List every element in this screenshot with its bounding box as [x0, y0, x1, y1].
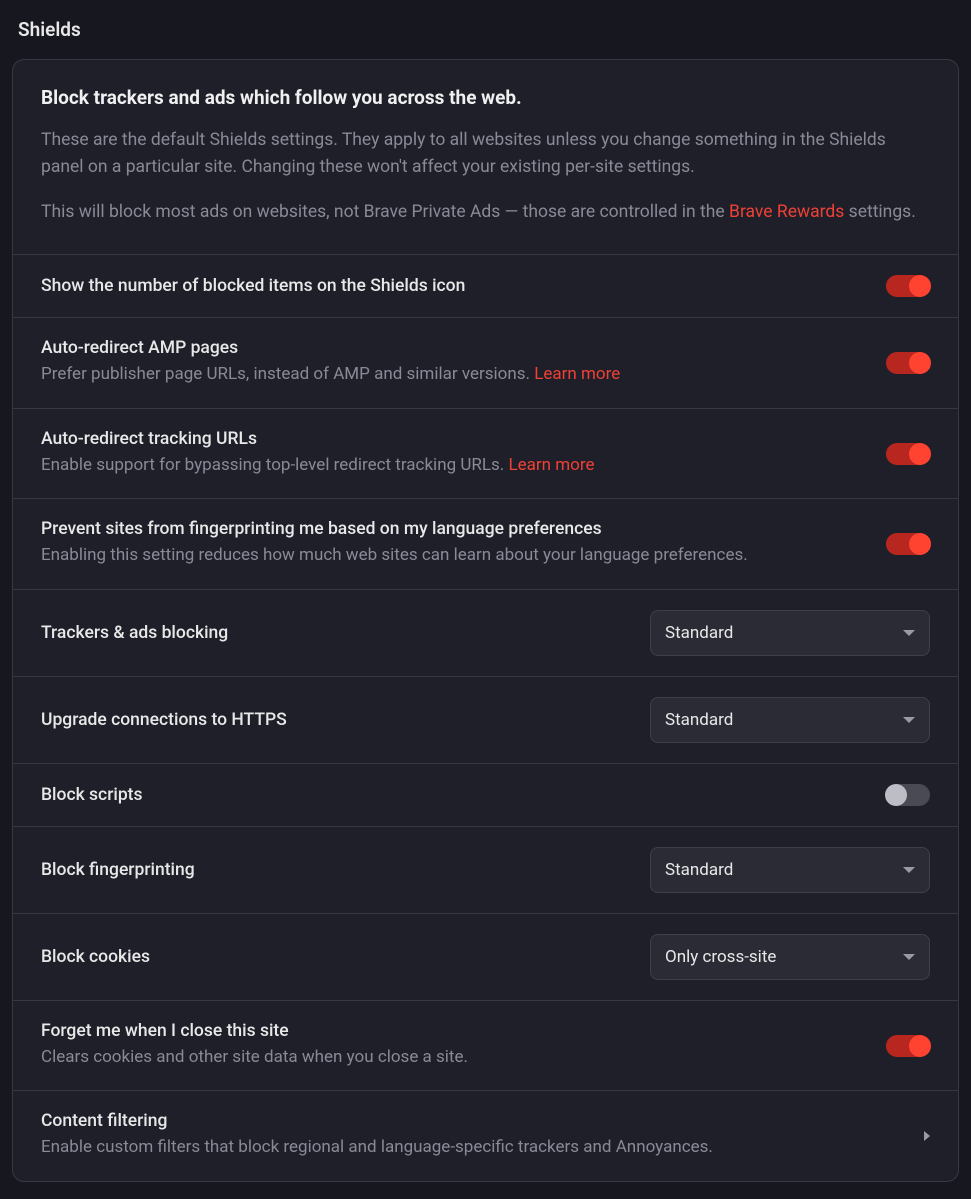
- row-show-blocked-count: Show the number of blocked items on the …: [13, 255, 958, 318]
- learn-more-link[interactable]: Learn more: [534, 364, 620, 384]
- row-label: Upgrade connections to HTTPS: [41, 710, 632, 730]
- toggle-knob: [885, 784, 907, 806]
- row-label: Auto-redirect AMP pages: [41, 338, 868, 358]
- row-trackers-ads-blocking: Trackers & ads blocking Standard: [13, 590, 958, 677]
- row-block-cookies: Block cookies Only cross-site: [13, 914, 958, 1001]
- caret-down-icon: [903, 954, 915, 960]
- row-sub: Enable custom filters that block regiona…: [41, 1135, 906, 1161]
- row-label: Trackers & ads blocking: [41, 623, 632, 643]
- page-title: Shields: [12, 10, 959, 59]
- row-block-fingerprinting: Block fingerprinting Standard: [13, 827, 958, 914]
- toggle-forget-me[interactable]: [886, 1035, 930, 1057]
- caret-down-icon: [903, 630, 915, 636]
- toggle-auto-redirect-tracking-urls[interactable]: [886, 443, 930, 465]
- row-label: Show the number of blocked items on the …: [41, 276, 868, 296]
- toggle-knob: [909, 352, 931, 374]
- select-block-fingerprinting[interactable]: Standard: [650, 847, 930, 893]
- row-block-scripts: Block scripts: [13, 764, 958, 827]
- learn-more-link[interactable]: Learn more: [508, 455, 594, 475]
- row-label: Prevent sites from fingerprinting me bas…: [41, 519, 868, 539]
- row-label: Block scripts: [41, 785, 868, 805]
- caret-down-icon: [903, 717, 915, 723]
- select-value: Standard: [665, 623, 733, 643]
- intro-heading: Block trackers and ads which follow you …: [41, 86, 930, 109]
- brave-rewards-link[interactable]: Brave Rewards: [729, 202, 844, 222]
- toggle-auto-redirect-amp[interactable]: [886, 352, 930, 374]
- select-value: Standard: [665, 860, 733, 880]
- toggle-show-blocked-count[interactable]: [886, 275, 930, 297]
- row-content-filtering[interactable]: Content filtering Enable custom filters …: [13, 1091, 958, 1181]
- intro-description: These are the default Shields settings. …: [41, 127, 930, 181]
- toggle-fingerprint-language[interactable]: [886, 533, 930, 555]
- row-auto-redirect-tracking-urls: Auto-redirect tracking URLs Enable suppo…: [13, 409, 958, 500]
- row-sub-text: Prefer publisher page URLs, instead of A…: [41, 364, 534, 384]
- toggle-knob: [909, 275, 931, 297]
- row-fingerprint-language: Prevent sites from fingerprinting me bas…: [13, 499, 958, 590]
- shields-card: Block trackers and ads which follow you …: [12, 59, 959, 1182]
- row-sub: Clears cookies and other site data when …: [41, 1045, 868, 1071]
- row-label: Block fingerprinting: [41, 860, 632, 880]
- row-auto-redirect-amp: Auto-redirect AMP pages Prefer publisher…: [13, 318, 958, 409]
- intro-desc2-post: settings.: [844, 202, 916, 222]
- select-trackers-ads-blocking[interactable]: Standard: [650, 610, 930, 656]
- select-value: Only cross-site: [665, 947, 776, 967]
- row-sub-text: Enable support for bypassing top-level r…: [41, 455, 508, 475]
- caret-down-icon: [903, 867, 915, 873]
- row-label: Auto-redirect tracking URLs: [41, 429, 868, 449]
- intro-description-2: This will block most ads on websites, no…: [41, 199, 930, 226]
- chevron-right-icon: [924, 1131, 930, 1141]
- row-sub: Enabling this setting reduces how much w…: [41, 543, 868, 569]
- toggle-knob: [909, 1035, 931, 1057]
- intro-section: Block trackers and ads which follow you …: [13, 60, 958, 255]
- row-sub: Enable support for bypassing top-level r…: [41, 453, 868, 479]
- row-upgrade-https: Upgrade connections to HTTPS Standard: [13, 677, 958, 764]
- row-label: Forget me when I close this site: [41, 1021, 868, 1041]
- row-forget-me: Forget me when I close this site Clears …: [13, 1001, 958, 1092]
- select-value: Standard: [665, 710, 733, 730]
- intro-desc2-pre: This will block most ads on websites, no…: [41, 202, 729, 222]
- row-label: Content filtering: [41, 1111, 906, 1131]
- row-sub: Prefer publisher page URLs, instead of A…: [41, 362, 868, 388]
- row-label: Block cookies: [41, 947, 632, 967]
- toggle-block-scripts[interactable]: [886, 784, 930, 806]
- select-block-cookies[interactable]: Only cross-site: [650, 934, 930, 980]
- toggle-knob: [909, 533, 931, 555]
- toggle-knob: [909, 443, 931, 465]
- select-upgrade-https[interactable]: Standard: [650, 697, 930, 743]
